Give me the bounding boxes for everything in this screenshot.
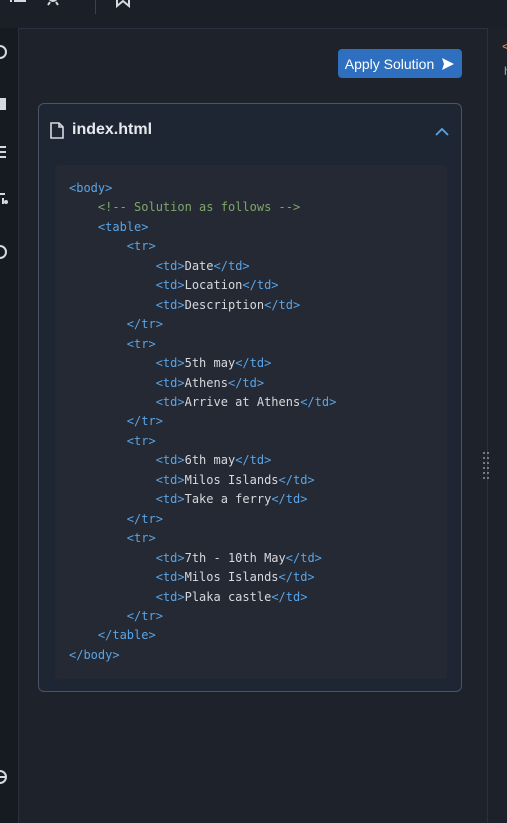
- code-text: Plaka castle: [184, 589, 272, 604]
- code-text: 7th - 10th May: [184, 550, 286, 565]
- code-tag: </td>: [264, 297, 301, 312]
- code-line: </body>: [69, 646, 447, 665]
- apply-solution-label: Apply Solution: [344, 55, 435, 72]
- code-text: Take a ferry: [184, 492, 272, 507]
- code-text: 5th may: [184, 356, 236, 371]
- bookmark-icon[interactable]: [115, 0, 131, 12]
- code-text: 6th may: [184, 453, 236, 468]
- code-line: <tr>: [69, 335, 447, 354]
- code-tag: <td>: [155, 394, 185, 409]
- list-icon[interactable]: [0, 144, 8, 164]
- code-tag: <tr>: [126, 531, 156, 546]
- circle-icon[interactable]: [0, 244, 8, 264]
- code-line: <tr>: [69, 237, 447, 256]
- code-line: <td>Plaka castle</td>: [69, 588, 447, 607]
- code-line: <td>Athens</td>: [69, 374, 447, 393]
- code-line: <td>Description</td>: [69, 296, 447, 315]
- code-line: <td>Milos Islands</td>: [69, 568, 447, 587]
- code-tag: <td>: [155, 297, 185, 312]
- code-line: </tr>: [69, 412, 447, 431]
- code-tag: </td>: [271, 492, 308, 507]
- code-tag: <td>: [155, 550, 185, 565]
- html-tag-icon[interactable]: <: [502, 38, 507, 54]
- circle-icon[interactable]: [0, 44, 8, 64]
- code-line: </tr>: [69, 315, 447, 334]
- resize-handle[interactable]: [482, 450, 490, 482]
- code-line: <td>Take a ferry</td>: [69, 490, 447, 509]
- code-tag: <td>: [155, 472, 185, 487]
- code-line: </table>: [69, 626, 447, 645]
- file-name: index.html: [72, 121, 153, 138]
- code-tag: </tr>: [126, 511, 163, 526]
- code-text: Description: [184, 297, 265, 312]
- chevron-up-icon[interactable]: [435, 124, 449, 142]
- code-comment: <!-- Solution as follows -->: [97, 200, 301, 215]
- code-line: </tr>: [69, 607, 447, 626]
- code-tag: <td>: [155, 375, 185, 390]
- code-line: <!-- Solution as follows -->: [69, 198, 447, 217]
- code-tag: </td>: [278, 570, 315, 585]
- code-text: Milos Islands: [184, 570, 279, 585]
- code-line: <td>6th may</td>: [69, 451, 447, 470]
- code-line: <td>7th - 10th May</td>: [69, 549, 447, 568]
- code-tag: </tr>: [126, 317, 163, 332]
- code-tag: <td>: [155, 492, 185, 507]
- code-block[interactable]: <body> <!-- Solution as follows --> <tab…: [55, 165, 447, 679]
- code-line: <td>Date</td>: [69, 257, 447, 276]
- code-text: Location: [184, 278, 243, 293]
- right-pane: < h: [487, 28, 507, 823]
- code-tag: <td>: [155, 453, 185, 468]
- code-tag: </td>: [235, 453, 272, 468]
- code-tag: </td>: [285, 550, 322, 565]
- left-sidebar: [0, 28, 19, 823]
- code-tag: </body>: [69, 647, 120, 662]
- code-line: </tr>: [69, 510, 447, 529]
- toolbar-divider: [95, 0, 96, 14]
- code-tag: <tr>: [126, 336, 156, 351]
- sun-icon[interactable]: [42, 0, 64, 12]
- code-text: Athens: [184, 375, 228, 390]
- code-file-card: index.html <body> <!-- Solution as follo…: [38, 103, 462, 692]
- code-tag: <td>: [155, 570, 185, 585]
- code-tag: <td>: [155, 589, 185, 604]
- code-line: <td>Location</td>: [69, 276, 447, 295]
- code-tag: <table>: [97, 219, 149, 234]
- code-text: Arrive at Athens: [184, 394, 301, 409]
- code-line: <td>5th may</td>: [69, 354, 447, 373]
- globe-icon[interactable]: [0, 769, 8, 789]
- code-tag: </tr>: [126, 608, 163, 623]
- code-tag: <td>: [155, 258, 185, 273]
- code-line: <table>: [69, 218, 447, 237]
- code-tag: </table>: [97, 628, 156, 643]
- code-tag: </td>: [235, 356, 272, 371]
- file-icon: [50, 122, 64, 144]
- code-line: <td>Arrive at Athens</td>: [69, 393, 447, 412]
- code-tag: <tr>: [126, 239, 156, 254]
- top-toolbar: [0, 0, 507, 29]
- code-tag: </td>: [278, 472, 315, 487]
- apply-solution-button[interactable]: Apply Solution: [338, 49, 462, 78]
- square-icon[interactable]: [0, 96, 8, 116]
- code-tag: <body>: [69, 181, 113, 195]
- code-tag: <tr>: [126, 433, 156, 448]
- code-line: <body>: [69, 179, 447, 198]
- code-tag: <td>: [155, 278, 185, 293]
- code-text: Milos Islands: [184, 472, 279, 487]
- code-tag: </tr>: [126, 414, 163, 429]
- code-file-header[interactable]: index.html: [39, 104, 461, 156]
- code-tag: <td>: [155, 356, 185, 371]
- branch-icon[interactable]: [0, 190, 8, 210]
- code-tag: </td>: [271, 589, 308, 604]
- code-line: <tr>: [69, 529, 447, 548]
- code-tag: </td>: [242, 278, 279, 293]
- code-tag: </td>: [300, 394, 337, 409]
- code-line: <tr>: [69, 432, 447, 451]
- code-tag: </td>: [213, 258, 250, 273]
- send-icon: [442, 57, 455, 70]
- list-icon[interactable]: [10, 0, 28, 12]
- code-tag: </td>: [227, 375, 265, 390]
- code-line: <td>Milos Islands</td>: [69, 471, 447, 490]
- code-text: Date: [184, 258, 214, 273]
